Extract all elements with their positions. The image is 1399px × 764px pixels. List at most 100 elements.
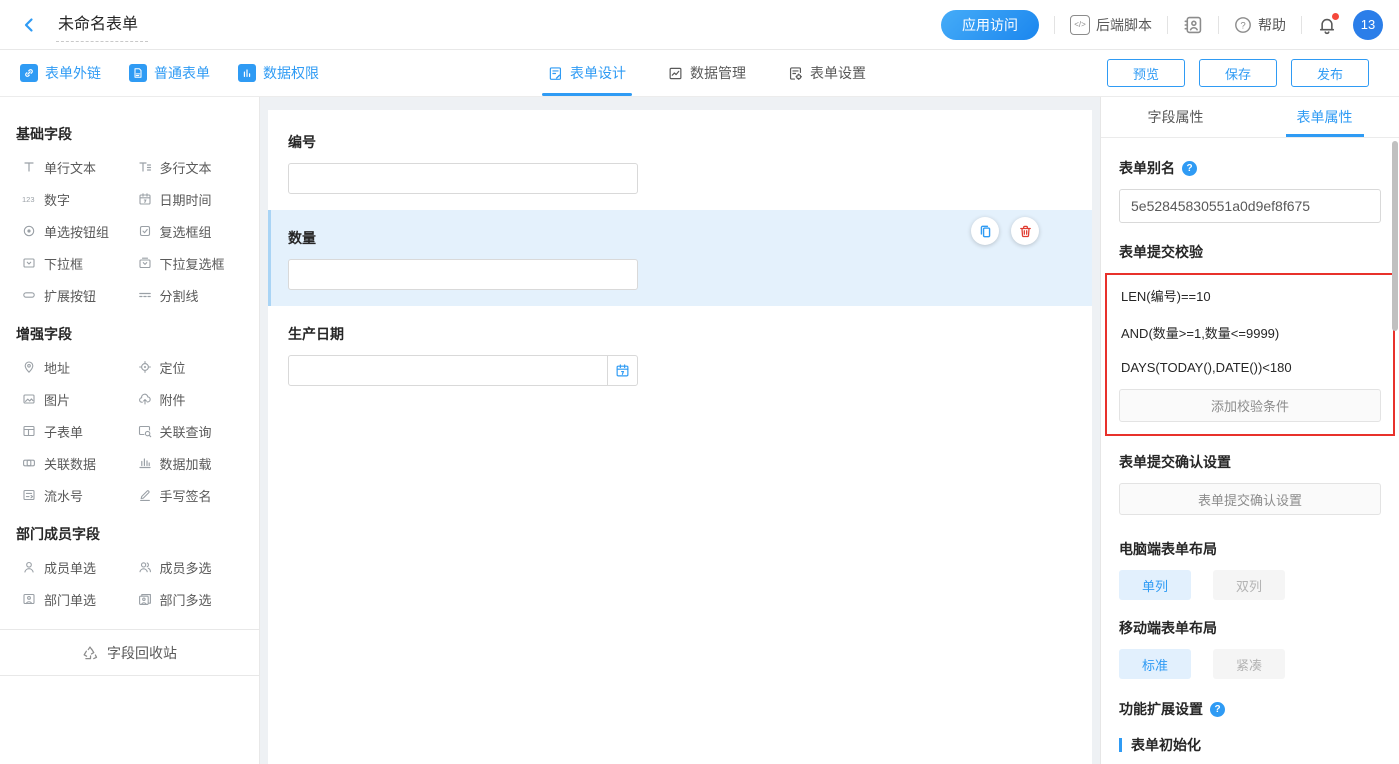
- add-validation-rule-button[interactable]: 添加校验条件: [1119, 389, 1381, 422]
- field-type-single-line-text[interactable]: 单行文本: [14, 151, 130, 183]
- preview-button[interactable]: 预览: [1107, 59, 1185, 87]
- validation-rules-highlight-box: LEN(编号)==10 AND(数量>=1,数量<=9999) DAYS(TOD…: [1105, 273, 1395, 436]
- form-field-shuliang-selected[interactable]: 数量: [268, 210, 1092, 306]
- field-type-related-data[interactable]: 关联数据: [14, 447, 130, 479]
- field-type-dept-single[interactable]: 部门单选: [14, 583, 130, 615]
- form-canvas[interactable]: 编号 数量 生产日期: [268, 110, 1092, 764]
- field-type-number[interactable]: 123 数字: [14, 183, 130, 215]
- canvas-column: 编号 数量 生产日期: [260, 97, 1100, 764]
- delete-field-button[interactable]: [1011, 217, 1039, 245]
- normal-form-button[interactable]: 普通表单: [129, 63, 210, 83]
- date-input[interactable]: [289, 356, 607, 385]
- mobile-layout-standard-button[interactable]: 标准: [1119, 649, 1191, 679]
- tab-field-properties[interactable]: 字段属性: [1101, 97, 1250, 137]
- address-book-icon: [1183, 15, 1203, 35]
- panel-scrollbar[interactable]: [1392, 141, 1398, 331]
- field-type-member-single[interactable]: 成员单选: [14, 551, 130, 583]
- field-type-datetime[interactable]: 日期时间: [130, 183, 246, 215]
- field-input[interactable]: [288, 259, 638, 290]
- validation-rule[interactable]: AND(数量>=1,数量<=9999): [1119, 314, 1381, 351]
- tab-form-settings[interactable]: 表单设置: [788, 50, 866, 96]
- validation-rule[interactable]: LEN(编号)==10: [1119, 277, 1381, 314]
- extension-settings-heading: 功能扩展设置: [1119, 699, 1203, 719]
- submit-confirm-settings-button[interactable]: 表单提交确认设置: [1119, 483, 1381, 515]
- divider: [1167, 16, 1168, 34]
- location-icon: [138, 360, 152, 374]
- field-type-attachment[interactable]: 附件: [130, 383, 246, 415]
- field-type-location[interactable]: 定位: [130, 351, 246, 383]
- tab-form-settings-label: 表单设置: [810, 63, 866, 83]
- field-type-label: 单选按钮组: [44, 222, 109, 241]
- image-icon: [22, 392, 36, 406]
- avatar[interactable]: 13: [1353, 10, 1383, 40]
- field-type-data-load[interactable]: 数据加载: [130, 447, 246, 479]
- field-type-multi-line-text[interactable]: 多行文本: [130, 151, 246, 183]
- form-external-link-label: 表单外链: [45, 63, 101, 83]
- field-type-serial-number[interactable]: 流水号: [14, 479, 130, 511]
- form-field-bianhao[interactable]: 编号: [268, 114, 1092, 210]
- backend-script-button[interactable]: </> 后端脚本: [1070, 15, 1152, 35]
- section-title-enhanced-fields: 增强字段: [16, 324, 245, 344]
- address-book-button[interactable]: [1183, 15, 1203, 35]
- pc-layout-single-column-button[interactable]: 单列: [1119, 570, 1191, 600]
- field-type-dropdown[interactable]: 下拉框: [14, 247, 130, 279]
- tab-form-properties[interactable]: 表单属性: [1250, 97, 1399, 137]
- field-recycle-bin-label: 字段回收站: [107, 643, 177, 663]
- field-type-related-query[interactable]: 关联查询: [130, 415, 246, 447]
- field-type-dept-multi[interactable]: 部门多选: [130, 583, 246, 615]
- field-type-dropdown-multi[interactable]: 下拉复选框: [130, 247, 246, 279]
- app-access-button[interactable]: 应用访问: [941, 10, 1039, 40]
- field-type-label: 部门单选: [44, 590, 96, 609]
- field-type-label: 数字: [44, 190, 70, 209]
- field-type-label: 定位: [160, 358, 186, 377]
- trash-icon: [1018, 224, 1033, 239]
- svg-text:123: 123: [22, 195, 35, 204]
- alias-help-icon[interactable]: ?: [1182, 161, 1197, 176]
- validation-rule[interactable]: DAYS(TODAY(),DATE())<180: [1119, 351, 1381, 384]
- calendar-picker-button[interactable]: [607, 356, 637, 385]
- field-type-label: 数据加载: [160, 454, 212, 473]
- field-type-extend-button[interactable]: 扩展按钮: [14, 279, 130, 311]
- divider: [1218, 16, 1219, 34]
- bar-chart-icon: [238, 64, 256, 82]
- field-type-address[interactable]: 地址: [14, 351, 130, 383]
- signature-icon: [138, 488, 152, 502]
- extension-help-icon[interactable]: ?: [1210, 702, 1225, 717]
- field-type-divider[interactable]: 分割线: [130, 279, 246, 311]
- help-label: 帮助: [1258, 15, 1286, 35]
- field-type-image[interactable]: 图片: [14, 383, 130, 415]
- tab-data-manage[interactable]: 数据管理: [668, 50, 746, 96]
- tab-form-design[interactable]: 表单设计: [548, 50, 626, 96]
- copy-field-button[interactable]: [971, 217, 999, 245]
- multi-line-text-icon: [138, 160, 152, 174]
- notifications-button[interactable]: [1317, 15, 1337, 35]
- save-button[interactable]: 保存: [1199, 59, 1277, 87]
- field-type-member-multi[interactable]: 成员多选: [130, 551, 246, 583]
- submit-confirm-heading: 表单提交确认设置: [1119, 452, 1381, 472]
- field-type-checkbox-group[interactable]: 复选框组: [130, 215, 246, 247]
- field-type-radio-group[interactable]: 单选按钮组: [14, 215, 130, 247]
- single-line-text-icon: [22, 160, 36, 174]
- field-type-label: 日期时间: [160, 190, 212, 209]
- form-external-link-button[interactable]: 表单外链: [20, 63, 101, 83]
- field-type-label: 下拉框: [44, 254, 83, 273]
- mobile-layout-compact-button[interactable]: 紧凑: [1213, 649, 1285, 679]
- help-button[interactable]: ? 帮助: [1234, 15, 1286, 35]
- field-type-subform[interactable]: 子表单: [14, 415, 130, 447]
- date-input-wrap: [288, 355, 638, 386]
- link-icon: [20, 64, 38, 82]
- field-input[interactable]: [288, 163, 638, 194]
- form-title-wrap[interactable]: 未命名表单: [56, 7, 148, 42]
- field-type-label: 下拉复选框: [160, 254, 225, 273]
- field-recycle-bin[interactable]: 字段回收站: [0, 629, 259, 676]
- back-icon[interactable]: [20, 16, 38, 34]
- data-permission-button[interactable]: 数据权限: [238, 63, 319, 83]
- form-alias-input[interactable]: [1119, 189, 1381, 223]
- field-type-signature[interactable]: 手写签名: [130, 479, 246, 511]
- field-type-label: 附件: [160, 390, 186, 409]
- field-type-label: 成员多选: [160, 558, 212, 577]
- dropdown-icon: [22, 256, 36, 270]
- pc-layout-double-column-button[interactable]: 双列: [1213, 570, 1285, 600]
- form-field-shengchanriqi[interactable]: 生产日期: [268, 306, 1092, 402]
- publish-button[interactable]: 发布: [1291, 59, 1369, 87]
